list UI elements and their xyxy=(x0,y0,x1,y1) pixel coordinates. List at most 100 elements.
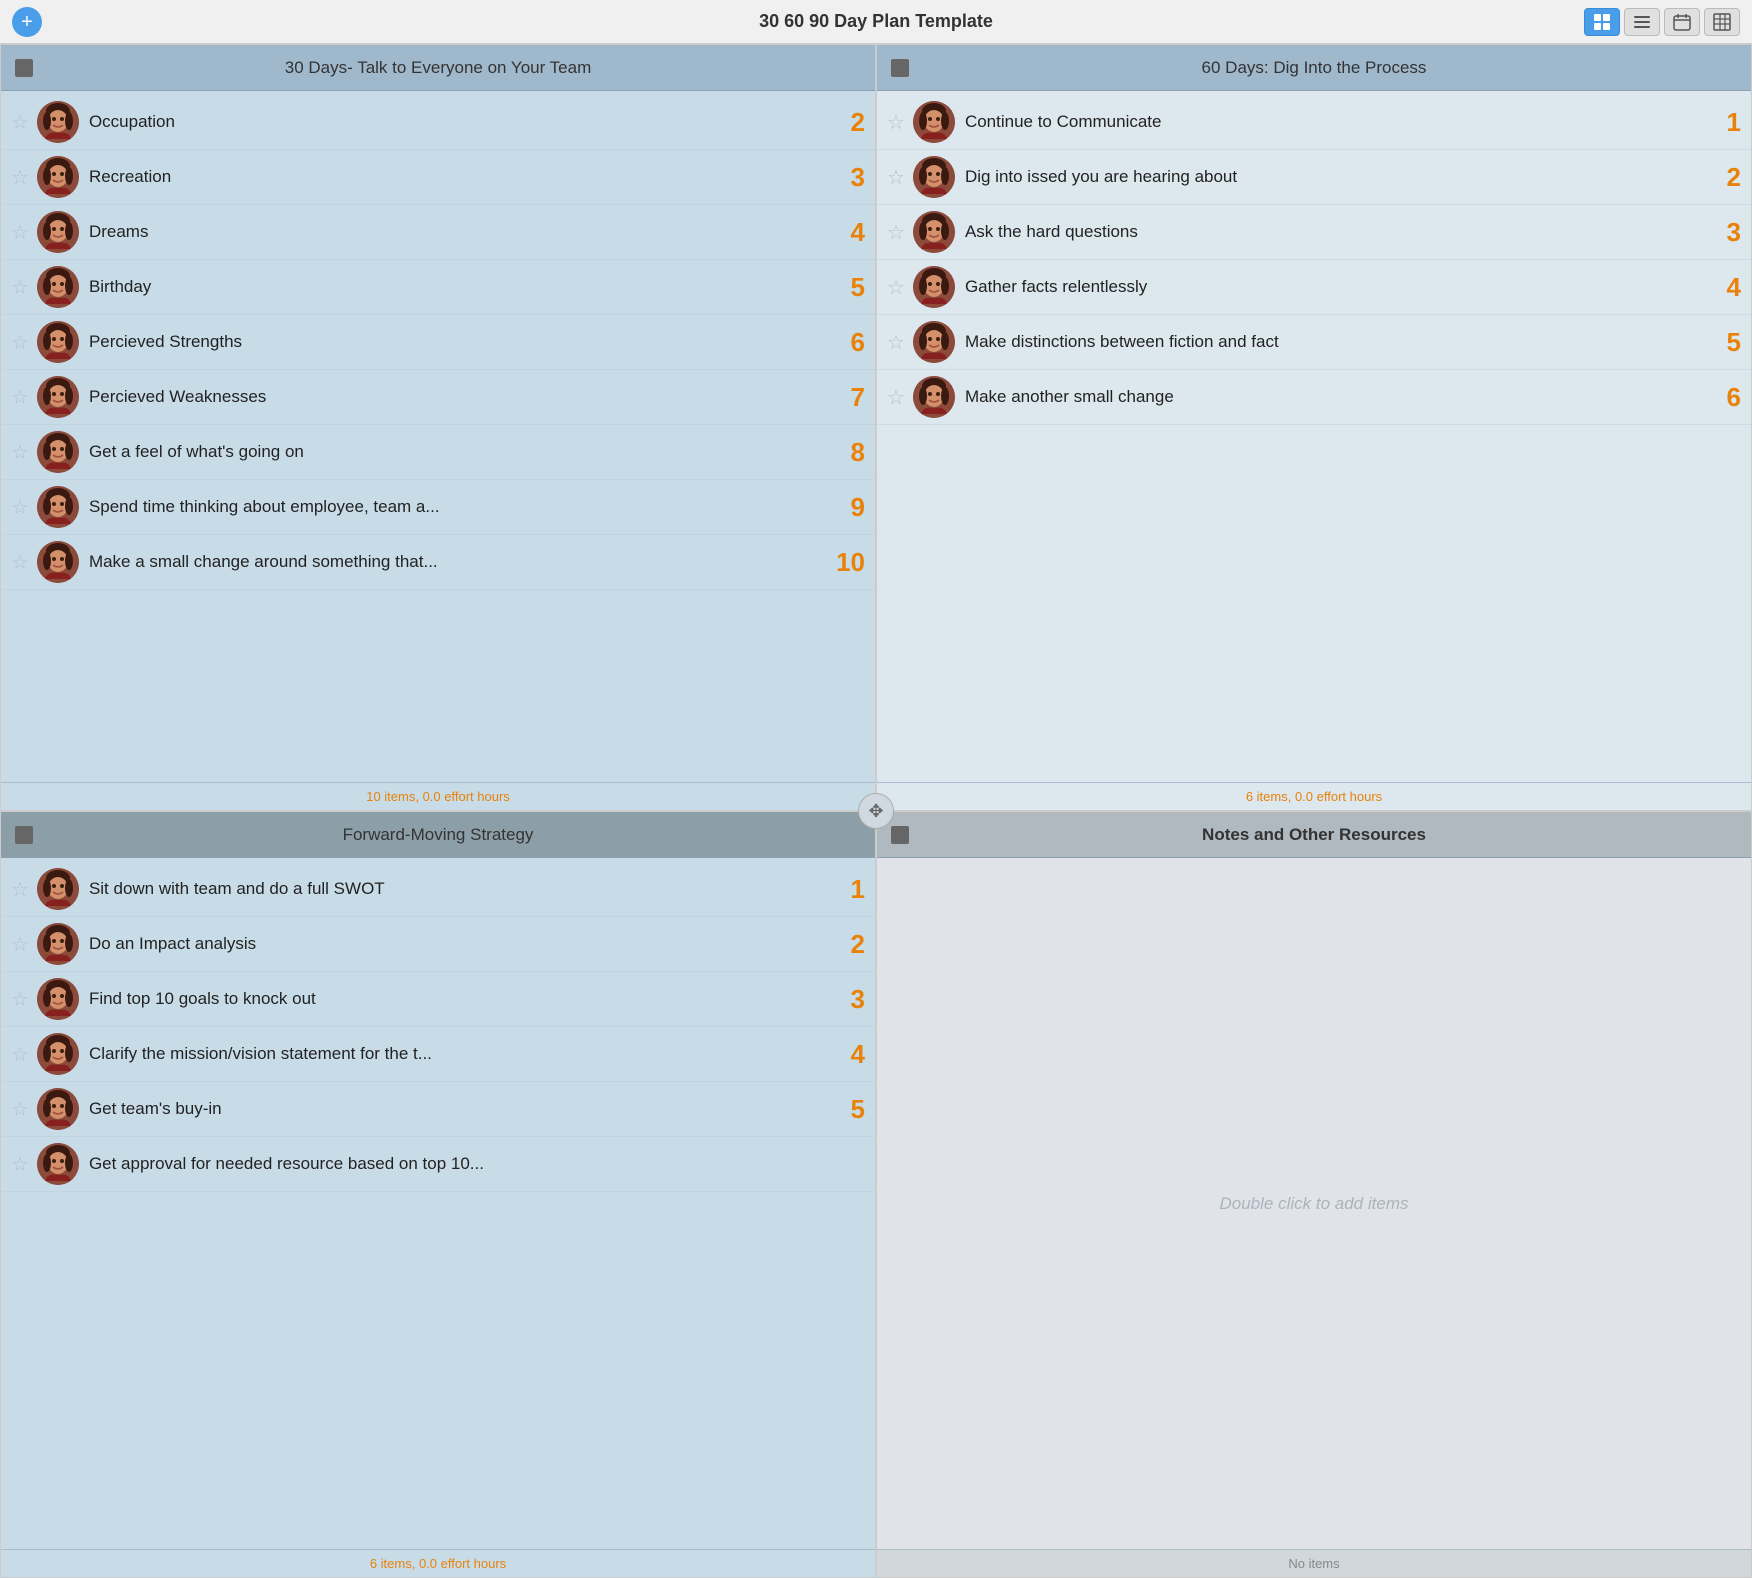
star-icon[interactable]: ☆ xyxy=(11,1097,29,1122)
star-icon[interactable]: ☆ xyxy=(11,275,29,300)
star-icon[interactable]: ☆ xyxy=(11,550,29,575)
item-number: 1 xyxy=(833,874,865,905)
star-icon[interactable]: ☆ xyxy=(887,385,905,410)
list-item[interactable]: ☆ Recreation 3 xyxy=(1,150,875,205)
avatar xyxy=(37,376,79,418)
list-item[interactable]: ☆ Find top 10 goals to knock out3 xyxy=(1,972,875,1027)
item-text: Dreams xyxy=(89,222,823,242)
list-item[interactable]: ☆ Make distinctions between fiction and … xyxy=(877,315,1751,370)
avatar xyxy=(37,321,79,363)
avatar xyxy=(37,1143,79,1185)
avatar xyxy=(37,101,79,143)
quadrant-60days-title: 60 Days: Dig Into the Process xyxy=(909,58,1719,78)
list-item[interactable]: ☆ Sit down with team and do a full SWOT1 xyxy=(1,862,875,917)
table-view-button[interactable] xyxy=(1704,8,1740,36)
page-title: 30 60 90 Day Plan Template xyxy=(759,11,993,32)
list-item[interactable]: ☆ Clarify the mission/vision statement f… xyxy=(1,1027,875,1082)
star-icon[interactable]: ☆ xyxy=(11,932,29,957)
item-number: 4 xyxy=(833,1039,865,1070)
star-icon[interactable]: ☆ xyxy=(887,110,905,135)
avatar xyxy=(37,978,79,1020)
avatar xyxy=(913,156,955,198)
star-icon[interactable]: ☆ xyxy=(11,877,29,902)
notes-empty-hint: Double click to add items xyxy=(1220,1194,1409,1214)
item-text: Occupation xyxy=(89,112,823,132)
quadrant-strategy-footer: 6 items, 0.0 effort hours xyxy=(1,1549,875,1577)
item-text: Continue to Communicate xyxy=(965,112,1699,132)
item-text: Make distinctions between fiction and fa… xyxy=(965,332,1699,352)
list-item[interactable]: ☆ Get team's buy-in5 xyxy=(1,1082,875,1137)
calendar-icon xyxy=(1673,13,1691,31)
item-number: 5 xyxy=(1709,327,1741,358)
list-view-button[interactable] xyxy=(1624,8,1660,36)
star-icon[interactable]: ☆ xyxy=(11,330,29,355)
star-icon[interactable]: ☆ xyxy=(11,165,29,190)
item-text: Spend time thinking about employee, team… xyxy=(89,497,823,517)
star-icon[interactable]: ☆ xyxy=(11,1152,29,1177)
list-item[interactable]: ☆ Occupation 2 xyxy=(1,95,875,150)
star-icon[interactable]: ☆ xyxy=(11,385,29,410)
list-item[interactable]: ☆ Get a feel of what's going on8 xyxy=(1,425,875,480)
item-text: Recreation xyxy=(89,167,823,187)
avatar xyxy=(913,211,955,253)
item-number: 2 xyxy=(833,107,865,138)
item-text: Clarify the mission/vision statement for… xyxy=(89,1044,823,1064)
calendar-view-button[interactable] xyxy=(1664,8,1700,36)
list-item[interactable]: ☆ Birthday5 xyxy=(1,260,875,315)
top-bar: + 30 60 90 Day Plan Template xyxy=(0,0,1752,44)
item-number: 3 xyxy=(833,162,865,193)
quadrant-60days-header: 60 Days: Dig Into the Process xyxy=(877,45,1751,91)
list-item[interactable]: ☆ Get approval for needed resource based… xyxy=(1,1137,875,1192)
star-icon[interactable]: ☆ xyxy=(11,495,29,520)
list-item[interactable]: ☆ Percieved Strengths6 xyxy=(1,315,875,370)
list-item[interactable]: ☆ Make another small change6 xyxy=(877,370,1751,425)
quadrant-60days: 60 Days: Dig Into the Process ☆ Continue… xyxy=(876,44,1752,811)
quadrant-30days-footer: 10 items, 0.0 effort hours xyxy=(1,782,875,810)
avatar xyxy=(37,211,79,253)
star-icon[interactable]: ☆ xyxy=(887,165,905,190)
list-item[interactable]: ☆ Continue to Communicate1 xyxy=(877,95,1751,150)
list-item[interactable]: ☆ Make a small change around something t… xyxy=(1,535,875,590)
quadrant-30days: 30 Days- Talk to Everyone on Your Team ☆… xyxy=(0,44,876,811)
star-icon[interactable]: ☆ xyxy=(887,330,905,355)
star-icon[interactable]: ☆ xyxy=(887,275,905,300)
list-item[interactable]: ☆ Do an Impact analysis2 xyxy=(1,917,875,972)
avatar xyxy=(37,486,79,528)
quadrant-notes-list[interactable]: Double click to add items xyxy=(877,858,1751,1549)
star-icon[interactable]: ☆ xyxy=(11,440,29,465)
star-icon[interactable]: ☆ xyxy=(11,1042,29,1067)
avatar xyxy=(913,321,955,363)
avatar xyxy=(913,101,955,143)
list-item[interactable]: ☆ Spend time thinking about employee, te… xyxy=(1,480,875,535)
quadrant-30days-header: 30 Days- Talk to Everyone on Your Team xyxy=(1,45,875,91)
view-controls xyxy=(1584,8,1740,36)
avatar xyxy=(37,266,79,308)
quadrant-strategy-title: Forward-Moving Strategy xyxy=(33,825,843,845)
list-item[interactable]: ☆ Ask the hard questions3 xyxy=(877,205,1751,260)
add-button[interactable]: + xyxy=(12,7,42,37)
list-item[interactable]: ☆ Gather facts relentlessly4 xyxy=(877,260,1751,315)
avatar xyxy=(37,868,79,910)
item-number: 10 xyxy=(833,547,865,578)
star-icon[interactable]: ☆ xyxy=(11,987,29,1012)
quadrant-notes-title: Notes and Other Resources xyxy=(909,825,1719,845)
star-icon[interactable]: ☆ xyxy=(887,220,905,245)
avatar xyxy=(37,923,79,965)
item-number: 4 xyxy=(1709,272,1741,303)
star-icon[interactable]: ☆ xyxy=(11,110,29,135)
star-icon[interactable]: ☆ xyxy=(11,220,29,245)
grid-view-button[interactable] xyxy=(1584,8,1620,36)
list-item[interactable]: ☆ Dreams4 xyxy=(1,205,875,260)
quadrant-notes-header: Notes and Other Resources xyxy=(877,812,1751,858)
list-item[interactable]: ☆ Percieved Weaknesses7 xyxy=(1,370,875,425)
item-number: 2 xyxy=(1709,162,1741,193)
avatar xyxy=(913,376,955,418)
item-text: Birthday xyxy=(89,277,823,297)
item-number: 9 xyxy=(833,492,865,523)
item-number: 5 xyxy=(833,1094,865,1125)
grid-drag-handle[interactable]: ✥ xyxy=(858,793,894,829)
item-text: Ask the hard questions xyxy=(965,222,1699,242)
list-item[interactable]: ☆ Dig into issed you are hearing about 2 xyxy=(877,150,1751,205)
item-number: 6 xyxy=(1709,382,1741,413)
item-text: Dig into issed you are hearing about xyxy=(965,167,1699,187)
